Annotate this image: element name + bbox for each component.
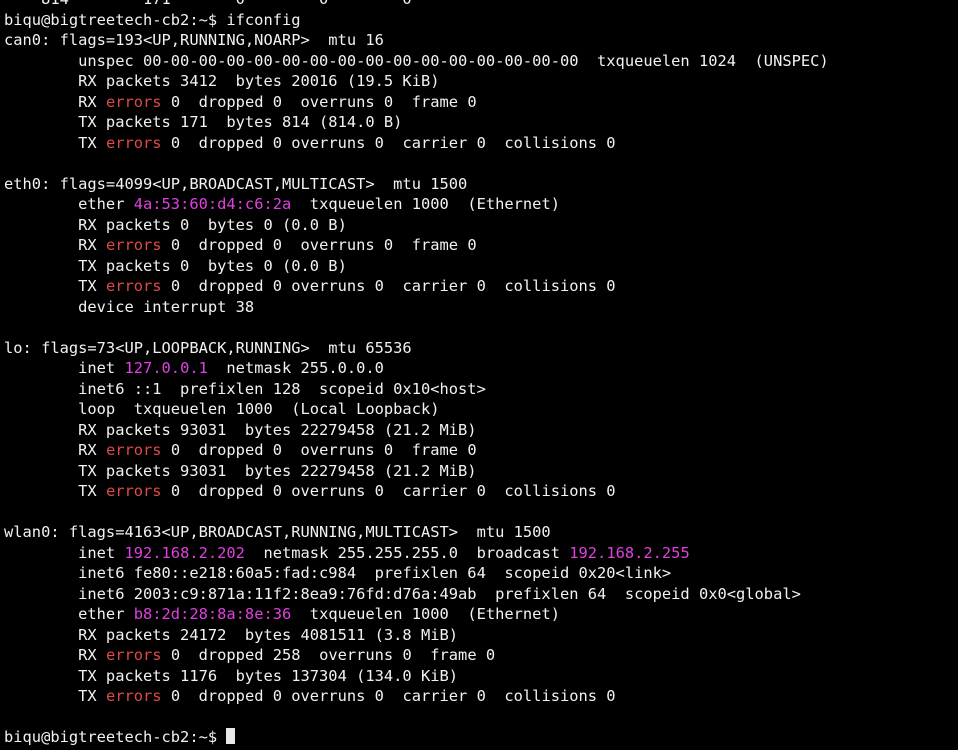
iface-lo-header: lo: flags=73<UP,LOOPBACK,RUNNING> mtu 65…	[4, 338, 958, 359]
lo-loop: loop txqueuelen 1000 (Local Loopback)	[4, 399, 958, 420]
lo-rx-packets: RX packets 93031 bytes 22279458 (21.2 Mi…	[4, 420, 958, 441]
error-keyword: errors	[105, 441, 162, 459]
wlan0-ether: ether b8:2d:28:8a:8e:36 txqueuelen 1000 …	[4, 604, 958, 625]
output-text: 0 dropped 0 overruns 0 carrier 0 collisi…	[161, 133, 616, 152]
terminal-cursor[interactable]	[226, 728, 236, 744]
lo-inet: inet 127.0.0.1 netmask 255.0.0.0	[4, 358, 958, 379]
can0-unspec: unspec 00-00-00-00-00-00-00-00-00-00-00-…	[4, 51, 958, 72]
output-text: 0 dropped 0 overruns 0 frame 0	[161, 236, 477, 254]
output-text: netmask 255.255.255.0 broadcast	[244, 543, 570, 562]
output-text: biqu@bigtreetech-cb2:~$ ifconfig	[4, 10, 301, 29]
output-text: wlan0: flags=4163<UP,BROADCAST,RUNNING,M…	[4, 523, 551, 541]
output-text: 0 dropped 0 overruns 0 carrier 0 collisi…	[161, 687, 616, 705]
error-keyword: errors	[105, 133, 162, 152]
highlighted-address: 192.168.2.255	[569, 543, 690, 562]
eth0-rx-packets: RX packets 0 bytes 0 (0.0 B)	[4, 215, 958, 236]
highlighted-address: b8:2d:28:8a:8e:36	[133, 605, 292, 623]
output-text: 0 dropped 0 overruns 0 carrier 0 collisi…	[161, 482, 616, 500]
lo-rx-errors: RX errors 0 dropped 0 overruns 0 frame 0	[4, 440, 958, 461]
output-text: RX	[4, 646, 106, 664]
output-text: loop txqueuelen 1000 (Local Loopback)	[4, 400, 440, 418]
error-keyword: errors	[105, 687, 162, 705]
prev-output-row: 814 171 0 0 0	[4, 0, 958, 10]
highlighted-address: 127.0.0.1	[124, 359, 208, 377]
output-text: txqueuelen 1000 (Ethernet)	[291, 605, 560, 623]
output-text: inet6 2003:c9:871a:11f2:8ea9:76fd:d76a:4…	[4, 584, 801, 603]
wlan0-rx-packets: RX packets 24172 bytes 4081511 (3.8 MiB)	[4, 625, 958, 646]
prompt-line: biqu@bigtreetech-cb2:~$ ifconfig	[4, 10, 958, 31]
output-text: TX	[4, 482, 106, 500]
output-text: ether	[4, 605, 134, 623]
output-text: inet	[4, 359, 125, 377]
output-text: biqu@bigtreetech-cb2:~$	[4, 728, 227, 746]
can0-rx-errors: RX errors 0 dropped 0 overruns 0 frame 0	[4, 92, 958, 113]
output-text: RX	[4, 236, 106, 254]
output-text: TX	[4, 133, 106, 152]
error-keyword: errors	[105, 236, 162, 254]
output-text: TX packets 171 bytes 814 (814.0 B)	[4, 113, 403, 131]
output-text: unspec 00-00-00-00-00-00-00-00-00-00-00-…	[4, 51, 829, 70]
output-text: RX	[4, 92, 106, 111]
output-text: RX	[4, 441, 106, 459]
error-keyword: errors	[105, 277, 162, 295]
output-text: TX	[4, 277, 106, 295]
output-text: RX packets 3412 bytes 20016 (19.5 KiB)	[4, 72, 440, 90]
wlan0-inet: inet 192.168.2.202 netmask 255.255.255.0…	[4, 543, 958, 564]
terminal-output[interactable]: 814 171 0 0 0 biqu@bigtreetech-cb2:~$ ifc…	[0, 0, 958, 750]
output-text: eth0: flags=4099<UP,BROADCAST,MULTICAST>…	[4, 174, 468, 193]
eth0-tx-errors: TX errors 0 dropped 0 overruns 0 carrier…	[4, 276, 958, 297]
output-text: can0: flags=193<UP,RUNNING,NOARP> mtu 16	[4, 31, 384, 49]
highlighted-address: 192.168.2.202	[124, 543, 245, 562]
output-text: netmask 255.0.0.0	[207, 359, 384, 377]
lo-tx-packets: TX packets 93031 bytes 22279458 (21.2 Mi…	[4, 461, 958, 482]
iface-can0-header: can0: flags=193<UP,RUNNING,NOARP> mtu 16	[4, 30, 958, 51]
output-text: 814 171 0 0 0	[4, 0, 412, 8]
output-text: RX packets 0 bytes 0 (0.0 B)	[4, 215, 347, 234]
output-text: inet6 fe80::e218:60a5:fad:c984 prefixlen…	[4, 564, 672, 582]
output-text: txqueuelen 1000 (Ethernet)	[291, 195, 560, 213]
error-keyword: errors	[105, 92, 162, 111]
wlan0-tx-packets: TX packets 1176 bytes 137304 (134.0 KiB)	[4, 666, 958, 687]
error-keyword: errors	[105, 646, 162, 664]
output-text: device interrupt 38	[4, 297, 255, 316]
output-text: 0 dropped 0 overruns 0 carrier 0 collisi…	[161, 277, 616, 295]
output-text: TX	[4, 687, 106, 705]
eth0-tx-packets: TX packets 0 bytes 0 (0.0 B)	[4, 256, 958, 277]
wlan0-inet6-global: inet6 2003:c9:871a:11f2:8ea9:76fd:d76a:4…	[4, 584, 958, 605]
output-text: inet	[4, 543, 125, 562]
eth0-device-interrupt: device interrupt 38	[4, 297, 958, 318]
wlan0-inet6-link: inet6 fe80::e218:60a5:fad:c984 prefixlen…	[4, 563, 958, 584]
lo-inet6: inet6 ::1 prefixlen 128 scopeid 0x10<hos…	[4, 379, 958, 400]
output-text: 0 dropped 0 overruns 0 frame 0	[161, 441, 477, 459]
wlan0-rx-errors: RX errors 0 dropped 258 overruns 0 frame…	[4, 645, 958, 666]
output-text: 0 dropped 0 overruns 0 frame 0	[161, 92, 477, 111]
output-text: 0 dropped 258 overruns 0 frame 0	[161, 646, 496, 664]
eth0-ether: ether 4a:53:60:d4:c6:2a txqueuelen 1000 …	[4, 194, 958, 215]
output-text: TX packets 1176 bytes 137304 (134.0 KiB)	[4, 666, 459, 685]
output-text: TX packets 0 bytes 0 (0.0 B)	[4, 256, 347, 275]
highlighted-address: 4a:53:60:d4:c6:2a	[133, 195, 292, 213]
error-keyword: errors	[105, 482, 162, 500]
can0-tx-errors: TX errors 0 dropped 0 overruns 0 carrier…	[4, 133, 958, 154]
output-text: TX packets 93031 bytes 22279458 (21.2 Mi…	[4, 461, 477, 480]
output-text: ether	[4, 195, 134, 213]
output-text: RX packets 93031 bytes 22279458 (21.2 Mi…	[4, 420, 477, 439]
can0-tx-packets: TX packets 171 bytes 814 (814.0 B)	[4, 112, 958, 133]
output-text: RX packets 24172 bytes 4081511 (3.8 MiB)	[4, 625, 459, 644]
eth0-rx-errors: RX errors 0 dropped 0 overruns 0 frame 0	[4, 235, 958, 256]
lo-tx-errors: TX errors 0 dropped 0 overruns 0 carrier…	[4, 481, 958, 502]
output-text: inet6 ::1 prefixlen 128 scopeid 0x10<hos…	[4, 379, 486, 398]
iface-wlan0-header: wlan0: flags=4163<UP,BROADCAST,RUNNING,M…	[4, 522, 958, 543]
final-prompt: biqu@bigtreetech-cb2:~$	[4, 727, 958, 748]
can0-rx-packets: RX packets 3412 bytes 20016 (19.5 KiB)	[4, 71, 958, 92]
iface-eth0-header: eth0: flags=4099<UP,BROADCAST,MULTICAST>…	[4, 174, 958, 195]
wlan0-tx-errors: TX errors 0 dropped 0 overruns 0 carrier…	[4, 686, 958, 707]
output-text: lo: flags=73<UP,LOOPBACK,RUNNING> mtu 65…	[4, 338, 412, 357]
